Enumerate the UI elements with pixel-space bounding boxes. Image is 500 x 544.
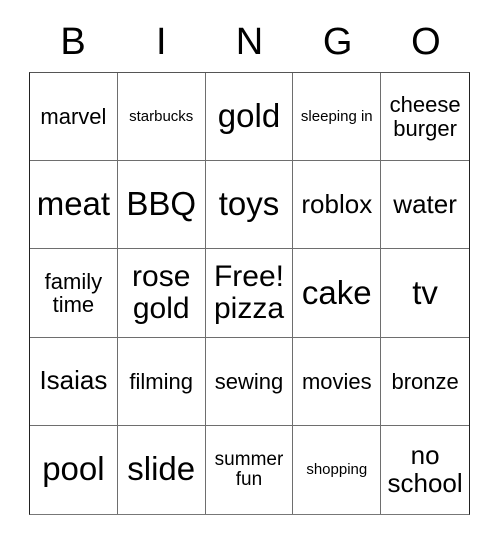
bingo-cell[interactable]: pool: [30, 425, 118, 514]
bingo-card: B I N G O marvel starbucks gold sleeping in chee…: [0, 0, 500, 544]
bingo-cell-label: tv: [412, 273, 438, 311]
bingo-cell[interactable]: shopping: [293, 425, 382, 514]
bingo-cell[interactable]: Isaias: [30, 337, 118, 426]
bingo-cell[interactable]: filming: [117, 337, 206, 426]
bingo-cell-label: family time: [44, 268, 103, 317]
bingo-cell[interactable]: sleeping in: [293, 73, 382, 162]
bingo-header-letter-b: B: [60, 21, 86, 63]
bingo-cell-label: cheese burger: [389, 92, 461, 141]
bingo-cell[interactable]: slide: [117, 425, 206, 514]
bingo-cell-label: rose gold: [132, 260, 191, 325]
bingo-cell-label: Free! pizza: [213, 260, 285, 325]
bingo-cell[interactable]: marvel: [30, 73, 118, 162]
bingo-cell[interactable]: sewing: [205, 337, 294, 426]
bingo-cell-label: summer fun: [214, 448, 284, 490]
bingo-cell[interactable]: water: [381, 161, 469, 250]
bingo-cell-label: slide: [127, 450, 196, 488]
bingo-cell-label: meat: [36, 185, 111, 223]
bingo-cell[interactable]: gold: [205, 73, 294, 162]
bingo-cell-label: pool: [42, 450, 105, 488]
bingo-cell-label: movies: [301, 368, 372, 394]
bingo-cell[interactable]: no school: [381, 425, 469, 514]
bingo-cell[interactable]: family time: [30, 249, 118, 338]
bingo-cell-label: shopping: [306, 460, 368, 478]
bingo-cell-label: sleeping in: [300, 107, 373, 125]
bingo-cell[interactable]: cake: [293, 249, 382, 338]
bingo-header-letter-i: I: [156, 21, 167, 63]
bingo-cell-label: toys: [218, 185, 280, 223]
bingo-cell[interactable]: bronze: [381, 337, 469, 426]
bingo-cell-label: gold: [217, 97, 281, 135]
bingo-cell[interactable]: cheese burger: [381, 73, 469, 162]
bingo-header-letter-n: N: [235, 21, 264, 63]
bingo-cell-label: water: [393, 189, 457, 220]
bingo-cell[interactable]: tv: [381, 249, 469, 338]
bingo-grid: marvel starbucks gold sleeping in cheese bur…: [29, 72, 470, 515]
bingo-cell-label: no school: [387, 440, 463, 498]
bingo-header-letter-o: O: [411, 21, 441, 63]
bingo-free-space[interactable]: Free! pizza: [205, 249, 294, 338]
bingo-cell[interactable]: BBQ: [117, 161, 206, 250]
bingo-cell[interactable]: rose gold: [117, 249, 206, 338]
bingo-cell-label: bronze: [391, 368, 459, 394]
bingo-cell-label: filming: [129, 368, 193, 394]
bingo-header-letter-g: G: [322, 21, 353, 63]
bingo-cell-label: BBQ: [126, 185, 197, 223]
bingo-cell[interactable]: movies: [293, 337, 382, 426]
bingo-cell-label: Isaias: [39, 365, 108, 396]
bingo-cell-label: marvel: [40, 103, 107, 129]
bingo-cell-label: roblox: [301, 189, 373, 220]
bingo-cell-label: starbucks: [129, 107, 194, 125]
bingo-cell[interactable]: starbucks: [117, 73, 206, 162]
bingo-cell-label: sewing: [214, 368, 284, 394]
bingo-cell[interactable]: summer fun: [205, 425, 294, 514]
bingo-header-row: BINGO: [29, 14, 470, 70]
bingo-cell[interactable]: roblox: [293, 161, 382, 250]
bingo-cell[interactable]: meat: [30, 161, 118, 250]
bingo-cell[interactable]: toys: [205, 161, 294, 250]
bingo-cell-label: cake: [301, 273, 372, 311]
